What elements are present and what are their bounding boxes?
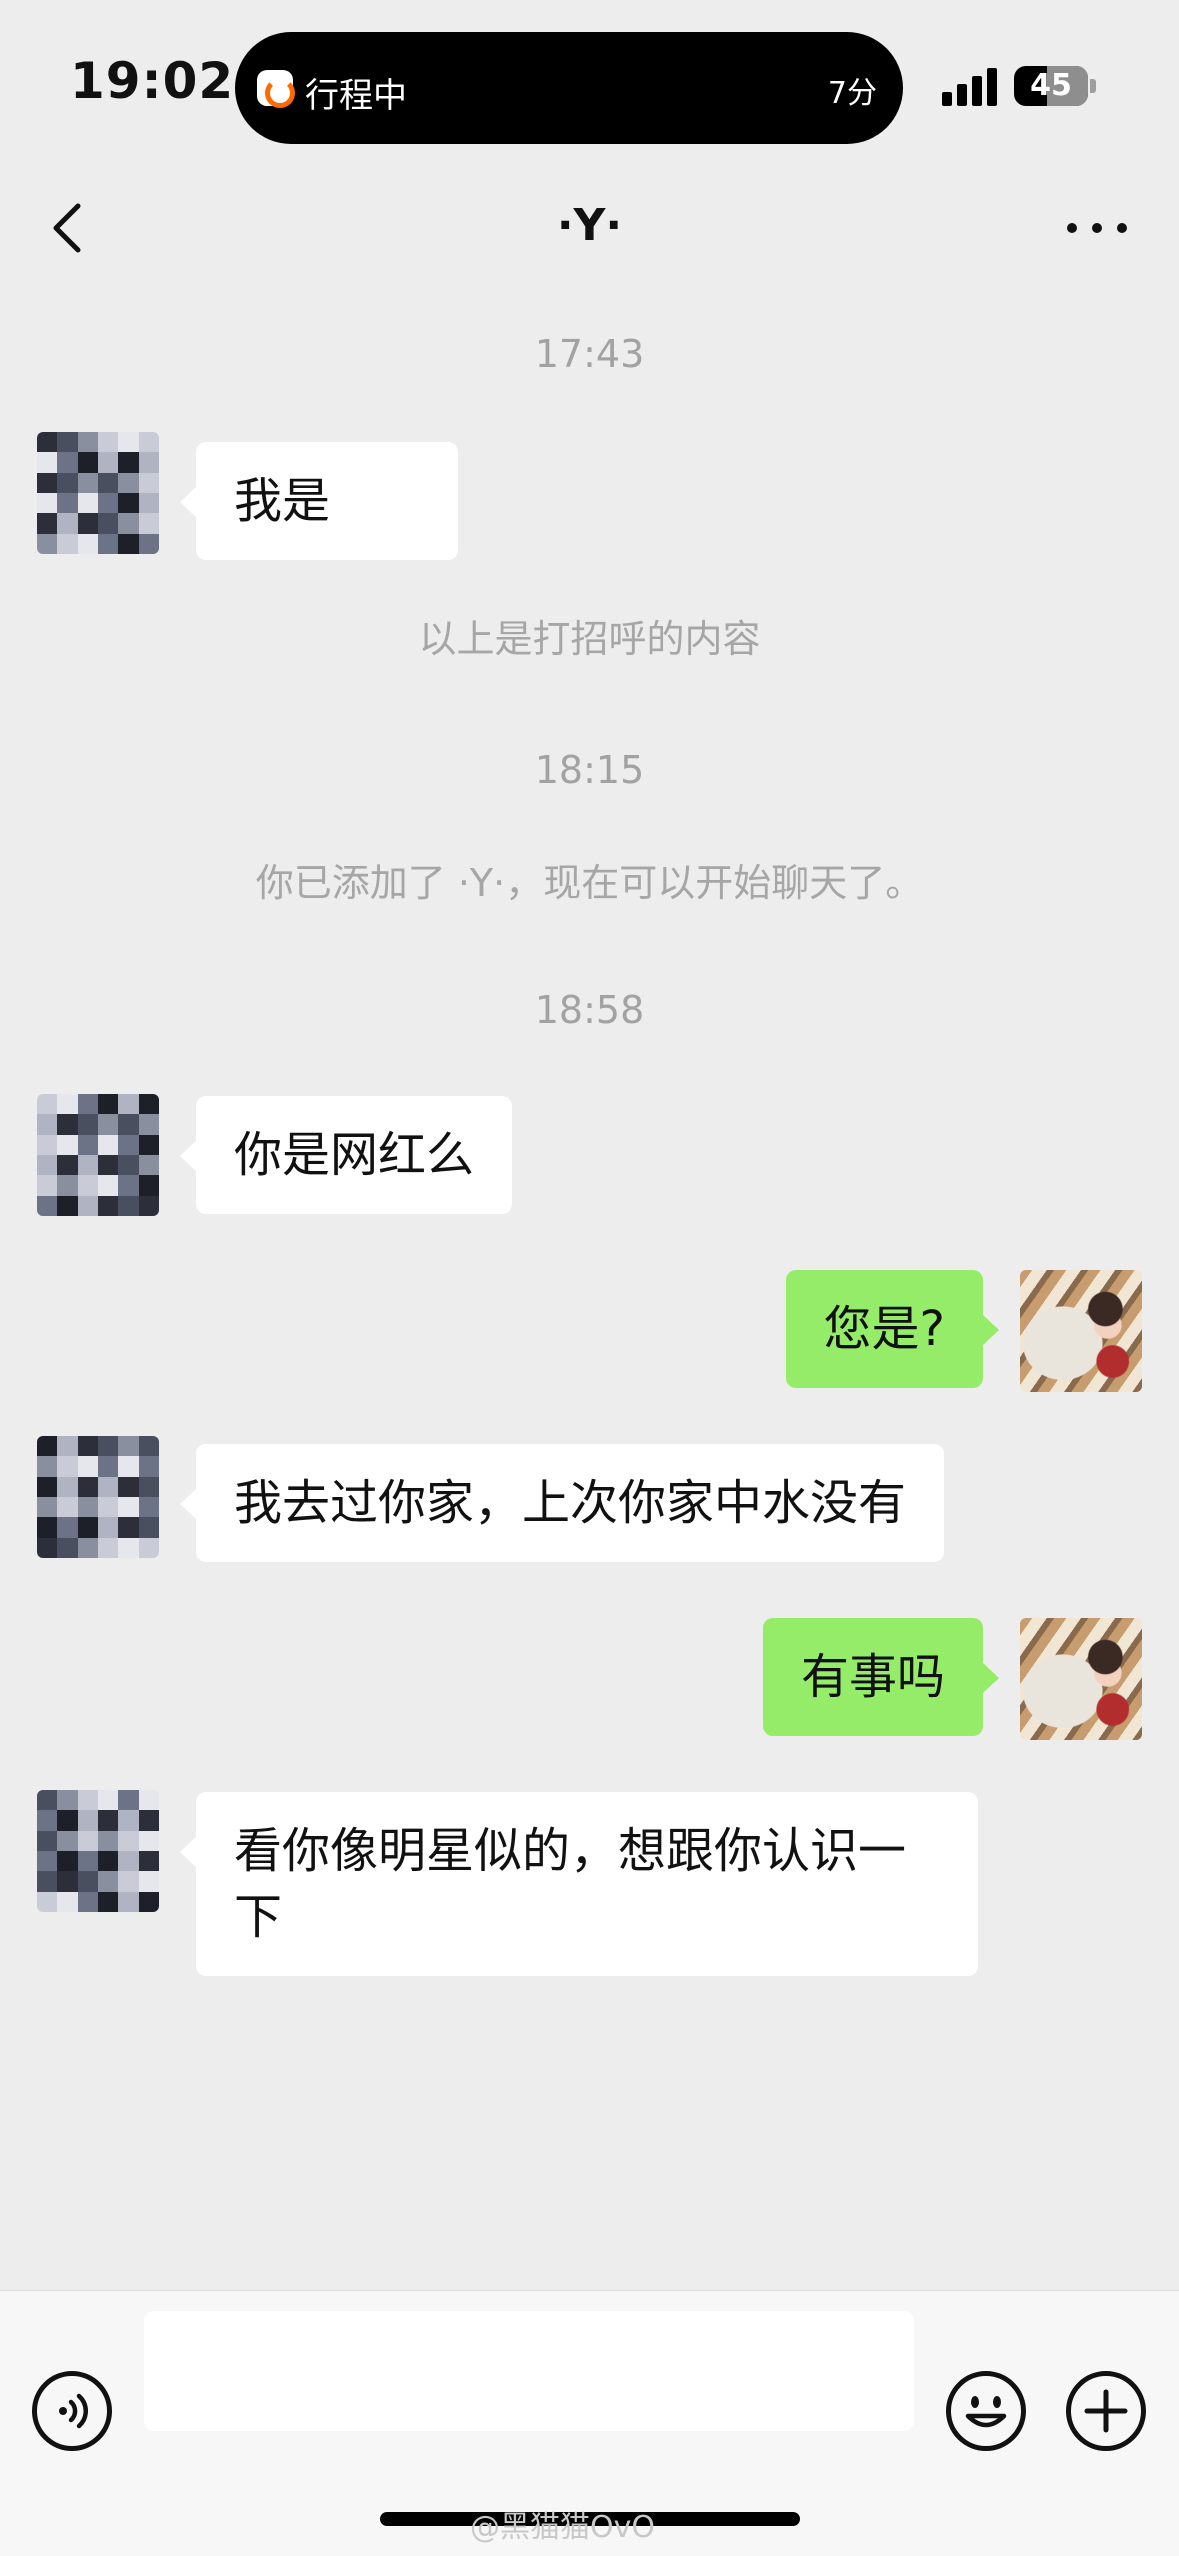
voice-icon[interactable] xyxy=(32,2371,112,2451)
contact-avatar[interactable] xyxy=(37,1790,159,1912)
contact-avatar[interactable] xyxy=(37,432,159,554)
emoji-icon[interactable] xyxy=(946,2371,1026,2451)
contact-avatar[interactable] xyxy=(37,1436,159,1558)
tiger-girl-avatar-image xyxy=(1020,1270,1142,1392)
system-note: 你已添加了 ·Y·，现在可以开始聊天了。 xyxy=(255,861,924,905)
timestamp: 18:15 xyxy=(534,748,645,792)
mosaic xyxy=(37,432,159,554)
status-time: 19:02 xyxy=(70,52,235,110)
cellular-signal-icon xyxy=(942,66,1000,106)
plus-icon[interactable] xyxy=(1066,2371,1146,2451)
system-note: 以上是打招呼的内容 xyxy=(418,617,761,661)
message-bubble-incoming[interactable]: 看你像明星似的，想跟你认识一下 xyxy=(180,1792,978,1976)
user-avatar[interactable] xyxy=(1020,1618,1142,1740)
dynamic-island[interactable]: 行程中 7分 xyxy=(235,32,903,144)
chat-title[interactable]: ·Y· xyxy=(0,200,1179,251)
ellipsis-icon[interactable] xyxy=(1062,208,1132,248)
battery-icon: 45 xyxy=(1014,66,1088,106)
message-bubble-outgoing[interactable]: 有事吗 xyxy=(762,1618,1000,1736)
message-bubble-incoming[interactable]: 你是网红么 xyxy=(179,1096,513,1214)
watermark: @黑猫猫OvO xyxy=(470,2510,655,2545)
contact-avatar[interactable] xyxy=(37,1094,159,1216)
battery-level: 45 xyxy=(1030,68,1072,103)
island-title: 行程中 xyxy=(305,76,407,116)
timestamp: 18:58 xyxy=(534,988,645,1032)
message-bubble-incoming[interactable]: 我去过你家，上次你家中水没有 xyxy=(179,1444,945,1562)
message-bubble-outgoing[interactable]: 您是? xyxy=(785,1270,1000,1388)
ride-app-icon xyxy=(257,70,295,108)
timestamp: 17:43 xyxy=(534,332,645,376)
message-input[interactable] xyxy=(144,2311,914,2431)
mosaic xyxy=(37,1790,159,1912)
battery-cap xyxy=(1090,79,1096,93)
island-minutes: 7分 xyxy=(827,76,877,111)
message-bubble-incoming[interactable]: 我是 xyxy=(180,442,458,560)
mosaic xyxy=(37,1436,159,1558)
user-avatar[interactable] xyxy=(1020,1270,1142,1392)
mosaic xyxy=(37,1094,159,1216)
chat-header: ·Y· xyxy=(0,170,1179,290)
status-bar: 19:02 行程中 7分 45 xyxy=(0,0,1179,170)
tiger-girl-avatar-image xyxy=(1020,1618,1142,1740)
